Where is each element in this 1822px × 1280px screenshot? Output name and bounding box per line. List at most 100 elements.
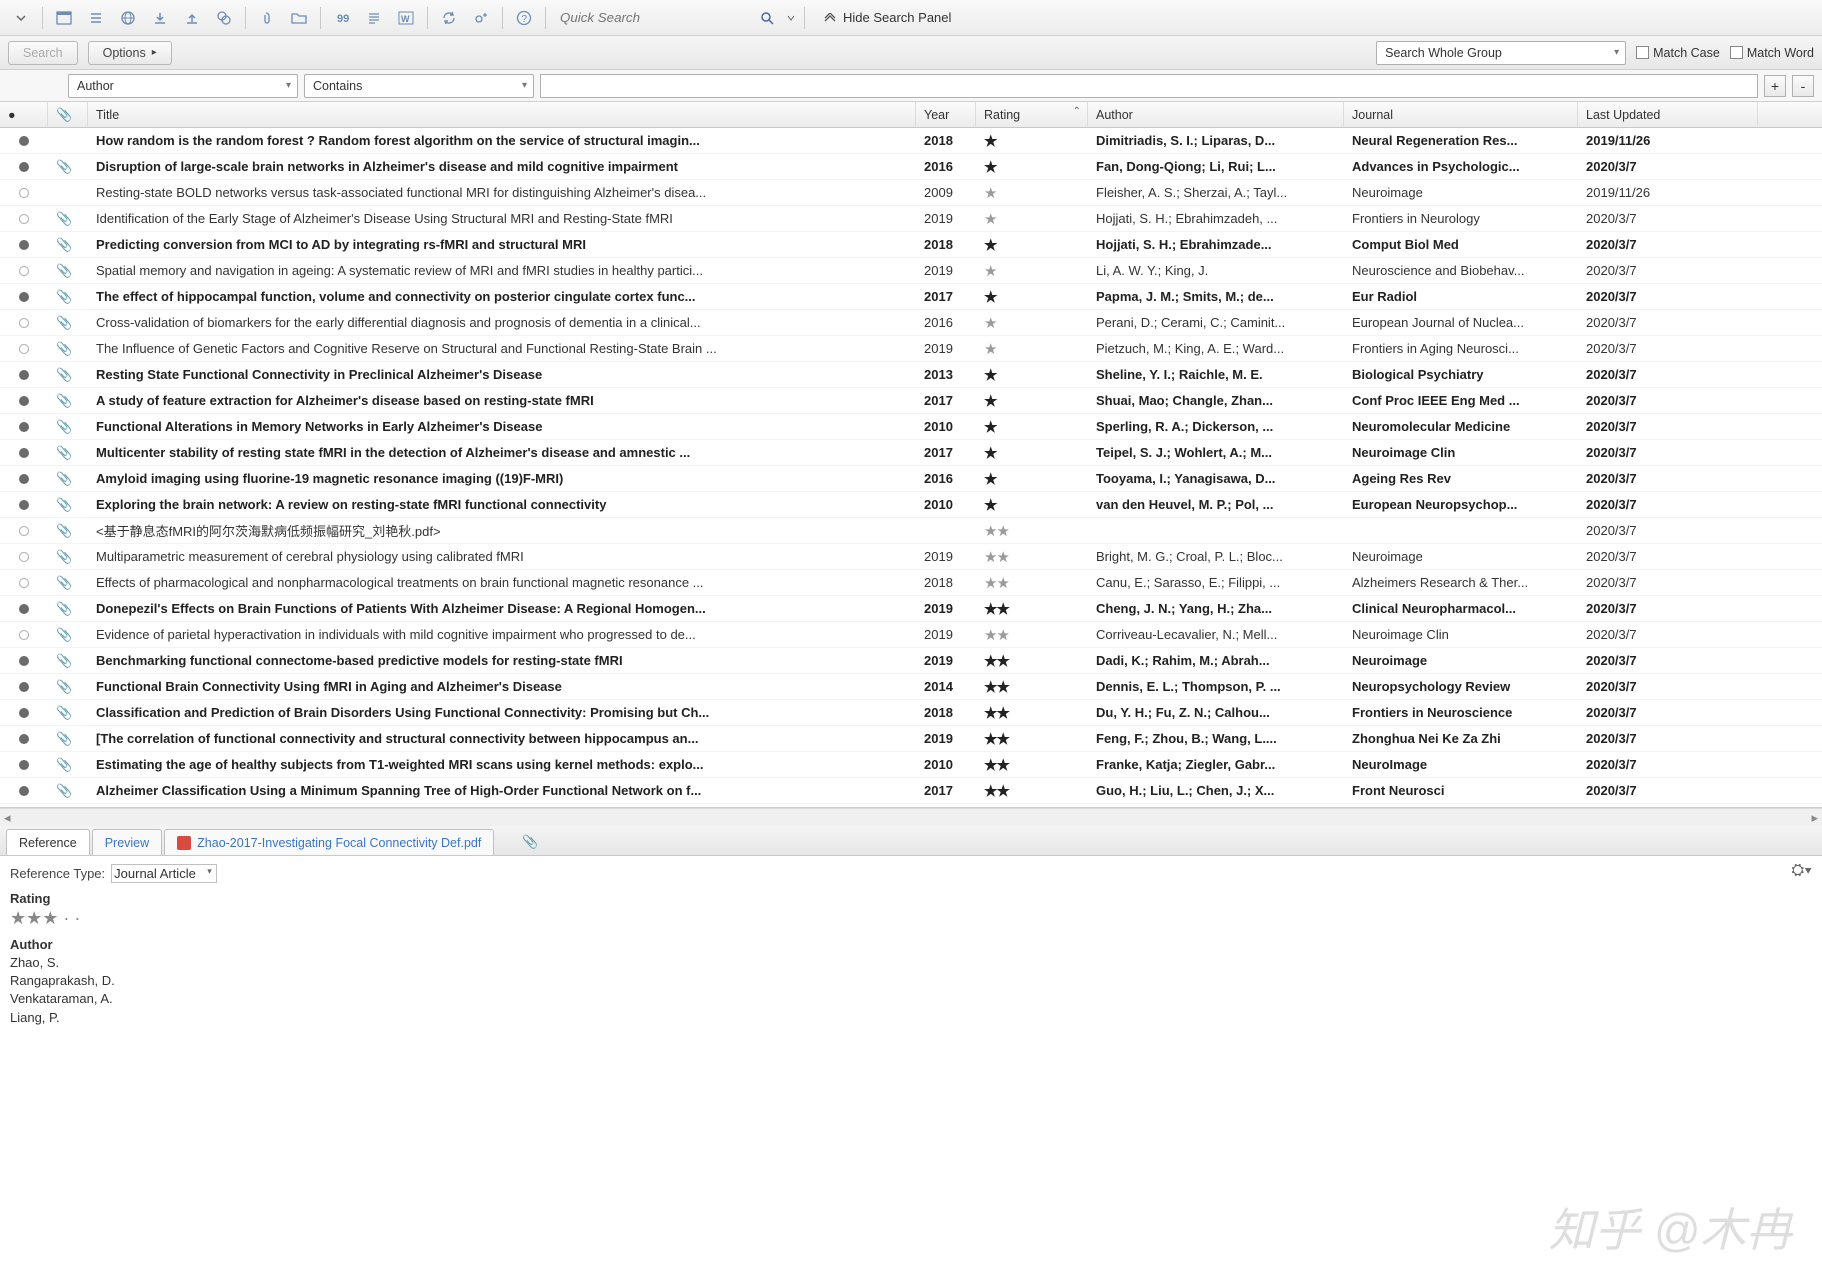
search-scope-combo[interactable]: Search Whole Group [1376, 41, 1626, 65]
col-rating[interactable]: Rating [976, 102, 1088, 127]
table-row[interactable]: 📎Donepezil's Effects on Brain Functions … [0, 596, 1822, 622]
cell-rating: ★★ [976, 704, 1088, 722]
cell-author: Du, Y. H.; Fu, Z. N.; Calhou... [1088, 705, 1344, 720]
gear-icon[interactable]: ⛭▾ [1791, 862, 1812, 880]
import-icon[interactable] [145, 4, 175, 32]
table-row[interactable]: 📎Cross-validation of biomarkers for the … [0, 310, 1822, 336]
horizontal-scrollbar[interactable]: ◂▸ [0, 808, 1822, 826]
col-journal[interactable]: Journal [1344, 102, 1578, 127]
quick-search-input[interactable] [560, 6, 750, 30]
table-row[interactable]: 📎Machine Learning Classification Combini… [0, 804, 1822, 808]
table-row[interactable]: 📎 [The correlation of functional connecti… [0, 726, 1822, 752]
filter-field-combo[interactable]: Author [68, 74, 298, 98]
table-row[interactable]: How random is the random forest ? Random… [0, 128, 1822, 154]
window-icon[interactable] [49, 4, 79, 32]
tab-pdf[interactable]: Zhao-2017-Investigating Focal Connectivi… [164, 829, 494, 855]
cell-year: 2018 [916, 133, 976, 148]
folder-icon[interactable] [284, 4, 314, 32]
options-button[interactable]: Options▸ [88, 41, 172, 65]
cell-author: Corriveau-Lecavalier, N.; Mell... [1088, 627, 1344, 642]
search-button[interactable]: Search [8, 41, 78, 65]
cell-updated: 2020/3/7 [1578, 315, 1758, 330]
cell-title: Functional Alterations in Memory Network… [88, 419, 916, 434]
col-title[interactable]: Title [88, 102, 916, 127]
table-row[interactable]: 📎Resting State Functional Connectivity i… [0, 362, 1822, 388]
filter-term-input[interactable] [540, 74, 1758, 98]
help-icon[interactable]: ? [509, 4, 539, 32]
table-row[interactable]: 📎<基于静息态fMRI的阿尔茨海默病低频振幅研究_刘艳秋.pdf>★★2020/… [0, 518, 1822, 544]
table-row[interactable]: 📎The effect of hippocampal function, vol… [0, 284, 1822, 310]
table-row[interactable]: 📎Predicting conversion from MCI to AD by… [0, 232, 1822, 258]
match-case-checkbox[interactable]: Match Case [1636, 46, 1720, 60]
table-row[interactable]: 📎A study of feature extraction for Alzhe… [0, 388, 1822, 414]
table-row[interactable]: 📎Identification of the Early Stage of Al… [0, 206, 1822, 232]
ref-type-combo[interactable]: Journal Article [111, 864, 217, 883]
attach-icon[interactable] [252, 4, 282, 32]
cell-rating: ★ [976, 392, 1088, 410]
attach-icon[interactable]: 📎 [516, 829, 544, 855]
dropdown-icon[interactable] [6, 4, 36, 32]
filter-add-button[interactable]: + [1764, 75, 1786, 97]
cell-title: [The correlation of functional connectiv… [88, 731, 916, 746]
table-row[interactable]: 📎Spatial memory and navigation in ageing… [0, 258, 1822, 284]
table-row[interactable]: 📎Effects of pharmacological and nonpharm… [0, 570, 1822, 596]
cite-icon[interactable]: 99 [327, 4, 357, 32]
table-row[interactable]: Resting-state BOLD networks versus task-… [0, 180, 1822, 206]
cell-author: Canu, E.; Sarasso, E.; Filippi, ... [1088, 575, 1344, 590]
list-icon[interactable] [81, 4, 111, 32]
cell-updated: 2020/3/7 [1578, 289, 1758, 304]
format-icon[interactable] [359, 4, 389, 32]
table-row[interactable]: 📎The Influence of Genetic Factors and Co… [0, 336, 1822, 362]
table-row[interactable]: 📎Amyloid imaging using fluorine-19 magne… [0, 466, 1822, 492]
table-row[interactable]: 📎Classification and Prediction of Brain … [0, 700, 1822, 726]
cell-journal: Neuropsychology Review [1344, 679, 1578, 694]
hide-search-panel-button[interactable]: Hide Search Panel [823, 10, 951, 25]
cell-title: <基于静息态fMRI的阿尔茨海默病低频振幅研究_刘艳秋.pdf> [88, 521, 916, 540]
attachment-icon: 📎 [56, 445, 72, 460]
table-row[interactable]: 📎Benchmarking functional connectome-base… [0, 648, 1822, 674]
cell-rating: ★★ [976, 782, 1088, 800]
cell-rating: ★ [976, 496, 1088, 514]
table-row[interactable]: 📎Alzheimer Classification Using a Minimu… [0, 778, 1822, 804]
attachment-icon: 📎 [56, 601, 72, 616]
tab-preview[interactable]: Preview [92, 829, 162, 855]
col-author[interactable]: Author [1088, 102, 1344, 127]
col-year[interactable]: Year [916, 102, 976, 127]
attachment-icon: 📎 [56, 731, 72, 746]
tab-reference[interactable]: Reference [6, 829, 90, 855]
export-icon[interactable] [177, 4, 207, 32]
sync-icon[interactable] [434, 4, 464, 32]
word-icon[interactable]: W [391, 4, 421, 32]
filter-remove-button[interactable]: - [1792, 75, 1814, 97]
cell-updated: 2020/3/7 [1578, 653, 1758, 668]
cell-journal: Eur Radiol [1344, 289, 1578, 304]
read-indicator [19, 682, 29, 692]
attachment-icon: 📎 [56, 393, 72, 408]
table-row[interactable]: 📎Multiparametric measurement of cerebral… [0, 544, 1822, 570]
svg-text:99: 99 [337, 13, 349, 25]
cell-rating: ★★ [976, 652, 1088, 670]
match-word-checkbox[interactable]: Match Word [1730, 46, 1814, 60]
table-row[interactable]: 📎Exploring the brain network: A review o… [0, 492, 1822, 518]
table-row[interactable]: 📎Estimating the age of healthy subjects … [0, 752, 1822, 778]
col-read[interactable]: ● [0, 102, 48, 127]
search-icon[interactable] [752, 4, 782, 32]
find-duplicates-icon[interactable] [209, 4, 239, 32]
cell-rating: ★★ [976, 548, 1088, 566]
col-updated[interactable]: Last Updated [1578, 102, 1758, 127]
table-row[interactable]: 📎Multicenter stability of resting state … [0, 440, 1822, 466]
search-dropdown-icon[interactable] [784, 4, 798, 32]
cell-year: 2019 [916, 653, 976, 668]
filter-op-combo[interactable]: Contains [304, 74, 534, 98]
cell-rating: ★ [976, 418, 1088, 436]
cell-journal: Neuroimage [1344, 653, 1578, 668]
col-attachment[interactable]: 📎 [48, 102, 88, 127]
table-row[interactable]: 📎Functional Brain Connectivity Using fMR… [0, 674, 1822, 700]
read-indicator [19, 240, 29, 250]
table-row[interactable]: 📎Disruption of large-scale brain network… [0, 154, 1822, 180]
globe-icon[interactable] [113, 4, 143, 32]
share-icon[interactable] [466, 4, 496, 32]
table-row[interactable]: 📎Functional Alterations in Memory Networ… [0, 414, 1822, 440]
rating-stars[interactable]: ★★★ · · [10, 908, 1812, 929]
table-row[interactable]: 📎Evidence of parietal hyperactivation in… [0, 622, 1822, 648]
